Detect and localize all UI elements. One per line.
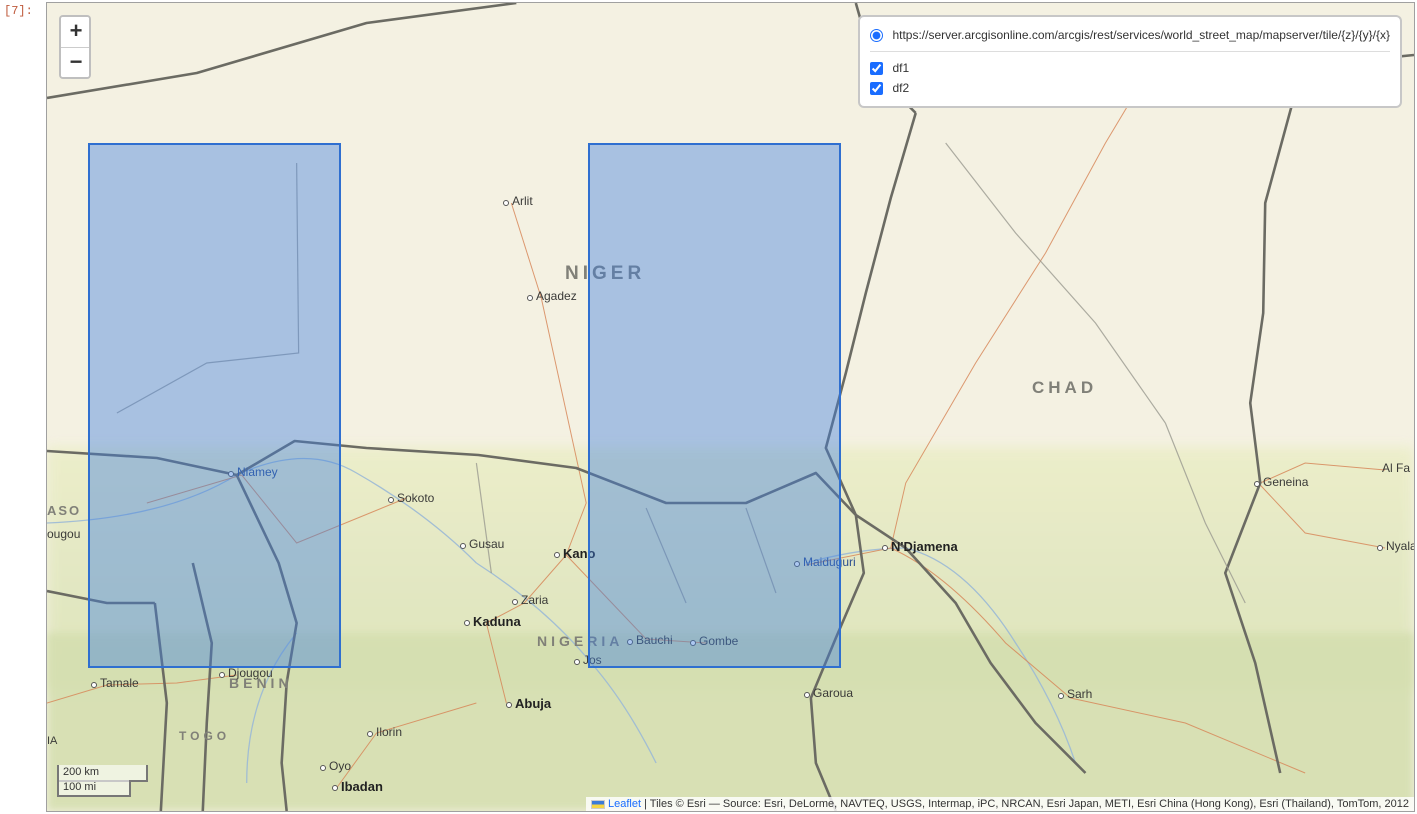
ukraine-flag-icon: [591, 800, 605, 809]
base-layer-radio[interactable]: [870, 29, 883, 42]
overlay-df2-row[interactable]: df2: [870, 78, 1390, 98]
leaflet-link[interactable]: Leaflet: [608, 798, 641, 810]
zoom-in-button[interactable]: +: [61, 17, 91, 47]
map-container[interactable]: NIGER CHAD NIGERIA BENIN TOGO ASO ArlitA…: [46, 2, 1415, 812]
overlay-df1-row[interactable]: df1: [870, 58, 1390, 78]
layer-control: https://server.arcgisonline.com/arcgis/r…: [858, 15, 1402, 108]
zoom-control: + −: [59, 15, 91, 79]
zoom-out-button[interactable]: −: [61, 47, 91, 77]
layer-separator: [870, 51, 1390, 52]
map-pane[interactable]: NIGER CHAD NIGERIA BENIN TOGO ASO ArlitA…: [47, 3, 1414, 811]
overlay-rect-df1[interactable]: [88, 143, 341, 668]
overlay-rect-df2[interactable]: [588, 143, 841, 668]
base-layer-label: https://server.arcgisonline.com/arcgis/r…: [892, 28, 1390, 42]
attribution: Leaflet | Tiles © Esri — Source: Esri, D…: [586, 797, 1414, 811]
base-layer-row[interactable]: https://server.arcgisonline.com/arcgis/r…: [870, 25, 1390, 45]
scale-control: 200 km 100 mi: [57, 765, 148, 797]
overlay-df1-label: df1: [892, 61, 909, 75]
overlay-df2-checkbox[interactable]: [870, 82, 883, 95]
overlay-df2-label: df2: [892, 81, 909, 95]
attribution-text: | Tiles © Esri — Source: Esri, DeLorme, …: [641, 798, 1409, 810]
overlay-df1-checkbox[interactable]: [870, 62, 883, 75]
cell-prompt: [7]:: [4, 4, 33, 18]
scale-mi: 100 mi: [57, 780, 131, 797]
